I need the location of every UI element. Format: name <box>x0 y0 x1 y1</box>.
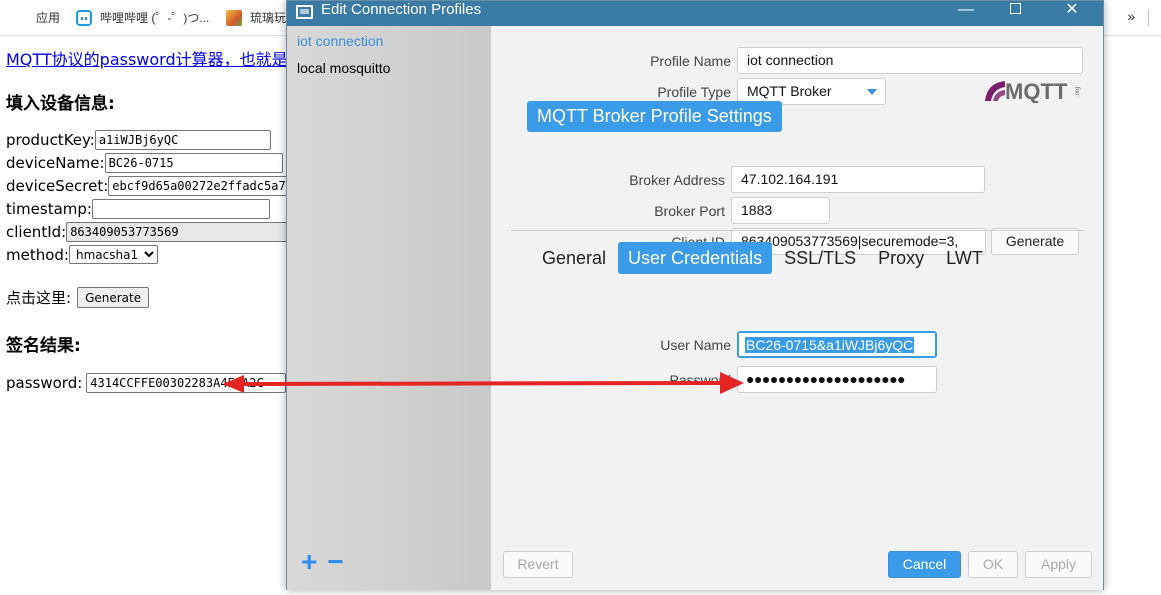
bookmark-bilibili[interactable]: 哔哩哔哩 (゜-゜)つ... <box>76 9 209 27</box>
ok-button[interactable]: OK <box>968 551 1018 578</box>
client-id-row: clientId: <box>6 222 297 242</box>
close-button[interactable]: ✕ <box>1049 1 1095 26</box>
password-result-input[interactable] <box>86 373 287 393</box>
timestamp-input[interactable] <box>91 199 270 219</box>
tab-proxy[interactable]: Proxy <box>868 242 934 274</box>
profile-name-input[interactable]: iot connection <box>737 47 1083 74</box>
add-profile-button[interactable]: + <box>301 546 317 577</box>
device-secret-input[interactable] <box>108 176 299 196</box>
user-name-input[interactable]: BC26-0715&a1iWJBj6yQC <box>737 331 937 358</box>
product-key-row: productKey: <box>6 130 271 150</box>
mqtt-logo: MQTT .org <box>985 79 1081 103</box>
game-site-icon <box>226 10 242 26</box>
maximize-icon <box>1009 3 1021 14</box>
timestamp-label: timestamp: <box>6 200 92 218</box>
password-result-label: password: <box>6 374 83 392</box>
profile-add-remove: + − <box>301 548 354 576</box>
bookmark-label: 哔哩哔哩 (゜-゜)つ... <box>100 11 210 25</box>
page-link[interactable]: MQTT协议的password计算器，也就是 <box>6 46 288 70</box>
bookmarks-overflow-button[interactable]: » <box>1127 8 1135 24</box>
profile-name-label: Profile Name <box>650 53 731 69</box>
cancel-button[interactable]: Cancel <box>888 551 961 578</box>
settings-divider <box>511 230 1084 231</box>
mqtt-logo-suffix: .org <box>1075 87 1081 97</box>
password-input[interactable]: ●●●●●●●●●●●●●●●●●●●● <box>737 366 937 393</box>
client-id-input[interactable] <box>66 222 297 242</box>
apply-button[interactable]: Apply <box>1025 551 1092 578</box>
edit-connection-profiles-dialog: Edit Connection Profiles — ✕ iot connect… <box>286 0 1104 590</box>
profiles-list: iot connection local mosquitto + − <box>287 26 491 590</box>
tab-general[interactable]: General <box>532 242 616 274</box>
device-name-row: deviceName: <box>6 153 283 173</box>
dialog-title: Edit Connection Profiles <box>321 1 482 18</box>
remove-profile-button[interactable]: − <box>327 546 343 577</box>
broker-address-input[interactable]: 47.102.164.191 <box>731 166 985 193</box>
client-id-generate-button[interactable]: Generate <box>991 228 1079 255</box>
device-info-heading: 填入设备信息: <box>6 94 115 114</box>
bookmark-apps[interactable]: 应用 <box>12 9 60 27</box>
maximize-button[interactable] <box>992 1 1038 26</box>
bookmarks-divider <box>1148 10 1149 26</box>
broker-port-input[interactable]: 1883 <box>731 197 830 224</box>
bookmark-label: 琉璃玩 <box>250 11 287 25</box>
broker-address-label: Broker Address <box>629 172 725 188</box>
password-row: password: <box>6 373 287 393</box>
profile-type-value: MQTT Broker <box>747 83 832 99</box>
result-heading: 签名结果: <box>6 336 81 356</box>
device-name-label: deviceName: <box>6 154 105 172</box>
product-key-label: productKey: <box>6 131 95 149</box>
page-generate-button[interactable]: Generate <box>77 287 150 308</box>
timestamp-row: timestamp: <box>6 199 270 219</box>
tab-lwt[interactable]: LWT <box>936 242 993 274</box>
window-app-icon <box>296 5 313 19</box>
password-label: Password <box>669 372 731 388</box>
tab-ssl-tls[interactable]: SSL/TLS <box>774 242 866 274</box>
bookmark-label: 应用 <box>36 11 61 25</box>
profile-item-iot-connection[interactable]: iot connection <box>297 33 383 49</box>
broker-profile-settings-header: MQTT Broker Profile Settings <box>527 101 782 132</box>
product-key-input[interactable] <box>94 130 271 150</box>
method-label: method: <box>6 245 69 264</box>
settings-tabs: General User Credentials SSL/TLS Proxy L… <box>532 242 995 274</box>
client-id-label: clientId: <box>6 223 67 241</box>
device-secret-label: deviceSecret: <box>6 177 109 195</box>
user-name-label: User Name <box>660 337 731 353</box>
method-select[interactable]: hmacsha1 <box>68 245 158 264</box>
profile-item-local-mosquitto[interactable]: local mosquitto <box>297 60 390 76</box>
bookmark-game[interactable]: 琉璃玩 <box>226 9 286 27</box>
bilibili-icon <box>76 10 92 26</box>
dialog-titlebar[interactable]: Edit Connection Profiles — ✕ <box>287 1 1103 26</box>
tab-user-credentials[interactable]: User Credentials <box>618 242 773 274</box>
minimize-button[interactable]: — <box>943 1 989 26</box>
chevron-down-icon <box>867 89 877 95</box>
click-here-label: 点击这里: <box>6 289 72 307</box>
mqtt-logo-text: MQTT <box>1005 79 1068 103</box>
apps-grid-icon <box>12 10 28 26</box>
profile-type-label: Profile Type <box>657 84 731 100</box>
method-row: method: hmacsha1 <box>6 245 158 264</box>
generate-row: 点击这里: Generate <box>6 287 150 308</box>
revert-button[interactable]: Revert <box>503 551 573 578</box>
broker-port-label: Broker Port <box>654 203 725 219</box>
device-name-input[interactable] <box>104 153 283 173</box>
user-name-value: BC26-0715&a1iWJBj6yQC <box>745 337 915 353</box>
device-secret-row: deviceSecret: <box>6 176 299 196</box>
